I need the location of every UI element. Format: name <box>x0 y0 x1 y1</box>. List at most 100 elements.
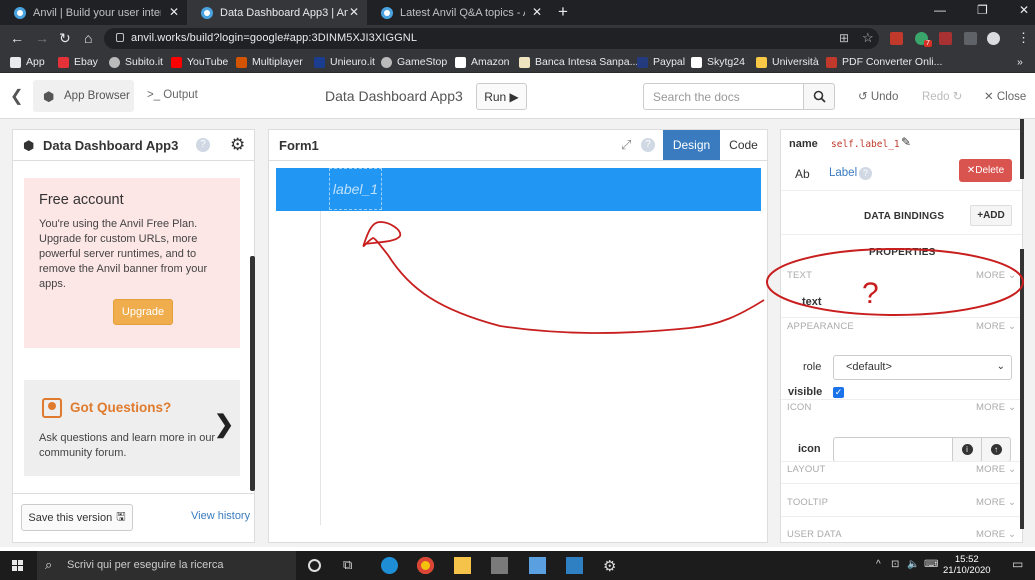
profile-avatar[interactable] <box>987 32 1000 45</box>
section-user-data-header[interactable]: USER DATA <box>787 529 842 540</box>
undo-button[interactable]: ↺ Undo <box>858 89 898 103</box>
tab-code[interactable]: Code <box>720 130 767 160</box>
bookmark-item[interactable]: Unieuro.it <box>314 56 375 68</box>
url-field[interactable]: anvil.works/build?login=google#app:3DINM… <box>104 28 879 49</box>
icon-upload-button[interactable]: ↑ <box>981 437 1011 462</box>
store-icon[interactable] <box>491 557 508 574</box>
icon-info-button[interactable]: i <box>952 437 982 462</box>
more-toggle[interactable]: MORE ⌄ <box>976 497 1016 508</box>
browser-tab-active[interactable]: Data Dashboard App3 | Anvil ✕ <box>187 0 367 25</box>
bookmark-item[interactable]: GameStop <box>381 56 447 68</box>
bookmarks-overflow-icon[interactable]: » <box>1017 56 1023 68</box>
input-language-icon[interactable]: ⌨ <box>924 559 938 570</box>
section-text-header[interactable]: TEXT <box>787 270 812 281</box>
label-component[interactable]: label_1 <box>329 168 382 210</box>
more-toggle[interactable]: MORE ⌄ <box>976 402 1016 413</box>
section-tooltip-header[interactable]: TOOLTIP <box>787 497 828 508</box>
more-toggle[interactable]: MORE ⌄ <box>976 270 1016 281</box>
minimize-icon[interactable]: — <box>934 3 946 17</box>
got-questions-card[interactable]: Got Questions? Ask questions and learn m… <box>24 380 240 476</box>
chrome-browser-icon[interactable] <box>417 557 434 574</box>
taskbar-search-field[interactable]: ⌕ Scrivi qui per eseguire la ricerca <box>37 551 296 580</box>
back-arrow-icon[interactable]: ← <box>10 30 24 46</box>
chevron-up-icon[interactable]: ^ <box>876 559 881 570</box>
puzzle-extensions-icon[interactable] <box>964 32 977 45</box>
extension-icon[interactable] <box>939 32 952 45</box>
volume-icon[interactable]: 🔈 <box>907 559 919 570</box>
browser-menu-icon[interactable]: ⋮ <box>1017 30 1030 46</box>
browser-tab[interactable]: Anvil | Build your user interface ✕ <box>0 0 187 25</box>
app-name-title[interactable]: Data Dashboard App3 <box>325 88 463 104</box>
forward-arrow-icon[interactable]: → <box>35 30 49 46</box>
properties-scrollbar[interactable] <box>1020 249 1024 529</box>
form-navbar[interactable]: label_1 <box>276 168 761 211</box>
icon-input[interactable] <box>833 437 953 462</box>
bookmark-item[interactable]: PDF Converter Onli... <box>826 56 942 68</box>
section-appearance-header[interactable]: APPEARANCE <box>787 321 854 332</box>
app-browser-button[interactable]: ⬢ App Browser <box>33 80 134 112</box>
close-tab-icon[interactable]: ✕ <box>349 5 359 19</box>
section-layout-header[interactable]: LAYOUT <box>787 464 826 475</box>
bookmark-star-icon[interactable]: ☆ <box>862 30 874 46</box>
bookmark-item[interactable]: Amazon <box>455 56 510 68</box>
bookmark-item[interactable]: Skytg24 <box>691 56 745 68</box>
edge-browser-icon[interactable] <box>381 557 398 574</box>
search-button[interactable] <box>803 83 835 110</box>
delete-button[interactable]: ✕ Delete <box>959 159 1012 182</box>
notifications-icon[interactable]: ▭ <box>1012 557 1023 571</box>
reload-icon[interactable]: ↻ <box>59 30 71 47</box>
bookmark-item[interactable]: Ebay <box>58 56 98 68</box>
help-icon[interactable]: ? <box>859 167 872 180</box>
bookmark-item[interactable]: Subito.it <box>109 56 163 68</box>
search-docs-input[interactable]: Search the docs <box>643 83 804 110</box>
close-tab-icon[interactable]: ✕ <box>532 5 542 19</box>
gear-icon[interactable]: ⚙ <box>230 135 245 155</box>
more-toggle[interactable]: MORE ⌄ <box>976 321 1016 332</box>
close-button[interactable]: ✕ Close <box>984 89 1026 103</box>
sidebar-scrollbar[interactable] <box>250 256 255 491</box>
role-select[interactable]: <default> ⌄ <box>833 355 1012 380</box>
run-button[interactable]: Run ▶ <box>476 83 527 110</box>
view-history-link[interactable]: View history <box>191 510 250 522</box>
tab-design[interactable]: Design <box>663 130 720 160</box>
component-type-link[interactable]: Label <box>829 167 857 179</box>
cortana-icon[interactable] <box>308 559 321 572</box>
redo-button[interactable]: Redo ↻ <box>922 89 962 103</box>
task-view-icon[interactable]: ⧉ <box>343 557 360 574</box>
system-clock[interactable]: 15:52 21/10/2020 <box>943 554 991 576</box>
network-icon[interactable]: ⊡ <box>891 559 899 570</box>
help-icon[interactable]: ? <box>641 138 655 152</box>
visible-checkbox[interactable]: ✓ <box>833 387 844 398</box>
pencil-icon[interactable]: ✎ <box>901 135 911 149</box>
component-name-value[interactable]: self.label_1 <box>831 139 900 150</box>
save-version-button[interactable]: Save this version 🖫 <box>21 504 133 531</box>
bookmark-item[interactable]: Banca Intesa Sanpa... <box>519 56 638 68</box>
settings-gear-icon[interactable]: ⚙ <box>603 557 620 575</box>
translate-icon[interactable]: ⊞ <box>839 31 849 45</box>
more-toggle[interactable]: MORE ⌄ <box>976 529 1016 540</box>
bookmark-item[interactable]: Paypal <box>637 56 685 68</box>
chevron-left-icon[interactable]: ❮ <box>10 86 23 106</box>
bookmark-item[interactable]: Università <box>756 56 819 68</box>
bookmark-item[interactable]: App <box>10 56 45 68</box>
bookmark-item[interactable]: Multiplayer <box>236 56 303 68</box>
close-tab-icon[interactable]: ✕ <box>169 5 179 19</box>
file-explorer-icon[interactable] <box>454 557 471 574</box>
adblock-extension-icon[interactable] <box>890 32 903 45</box>
output-button[interactable]: >_ Output <box>147 89 198 101</box>
expand-icon[interactable]: ⤢ <box>621 137 631 153</box>
windows-start-icon[interactable] <box>12 560 24 572</box>
add-binding-button[interactable]: + ADD <box>970 205 1012 226</box>
new-tab-plus-icon[interactable]: + <box>558 2 568 22</box>
chevron-right-icon[interactable]: ❯ <box>214 410 234 439</box>
mail-icon[interactable] <box>566 557 583 574</box>
upgrade-button[interactable]: Upgrade <box>113 299 173 325</box>
bookmark-item[interactable]: YouTube <box>171 56 228 68</box>
help-icon[interactable]: ? <box>196 138 210 152</box>
home-icon[interactable]: ⌂ <box>84 30 92 46</box>
restore-icon[interactable]: ❐ <box>977 3 988 17</box>
section-icon-header[interactable]: ICON <box>787 402 812 413</box>
window-close-icon[interactable]: ✕ <box>1019 3 1029 17</box>
browser-tab[interactable]: Latest Anvil Q&A topics - Anvil C ✕ <box>367 0 550 25</box>
form-canvas[interactable]: label_1 <box>276 168 761 536</box>
